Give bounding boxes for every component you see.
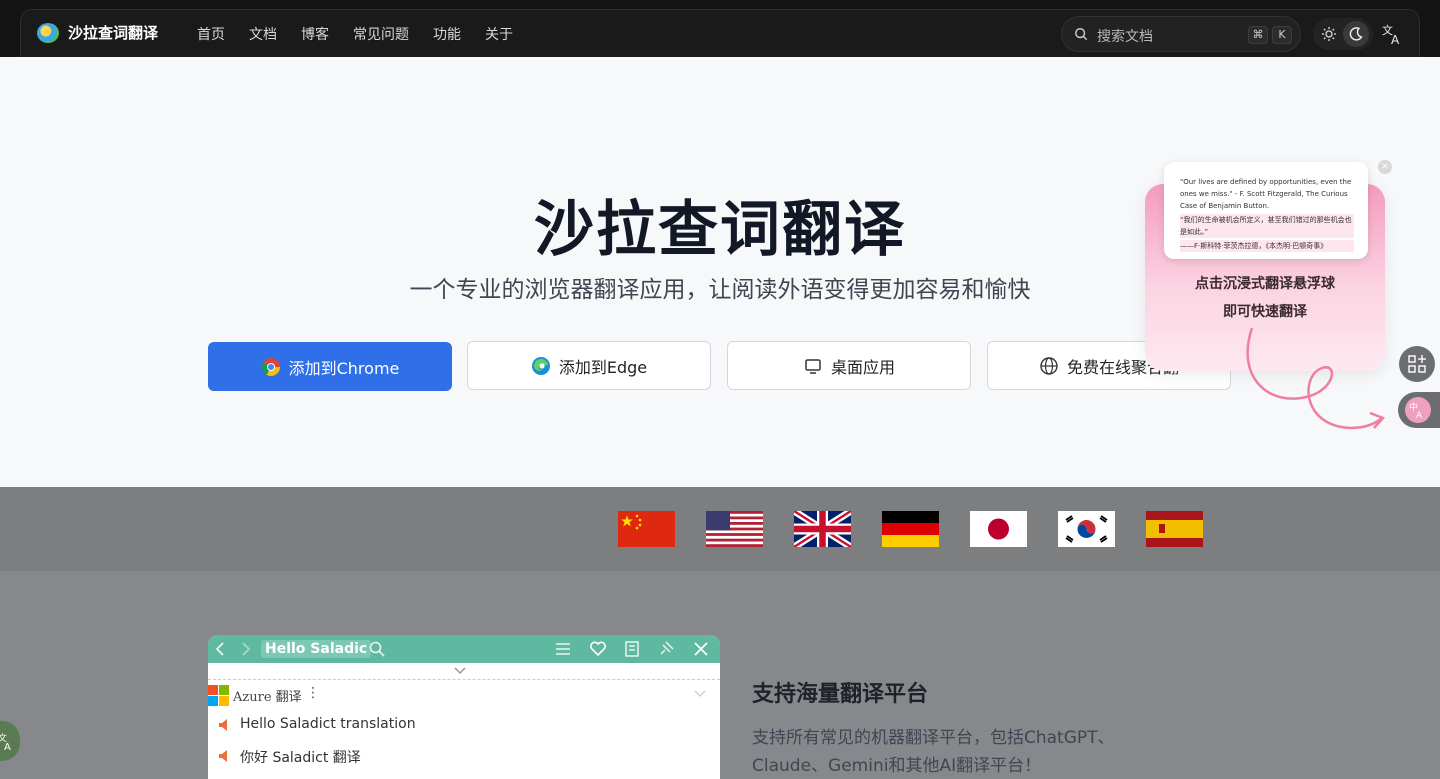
feature-heading: 支持海量翻译平台 [752,682,929,707]
nav-docs[interactable]: 文档 [249,24,277,44]
germany-flag-icon [882,511,939,547]
search-input[interactable]: 搜索文档 ⌘ K [1061,16,1301,52]
panel-search-text[interactable]: Hello Saladic [261,640,372,658]
main-menu: 首页 文档 博客 常见问题 功能 关于 [197,24,537,44]
usa-flag-icon [706,511,763,547]
top-bar: 沙拉查词翻译 首页 文档 博客 常见问题 功能 关于 搜索文档 ⌘ K 文A [0,0,1440,57]
panel-divider [208,679,720,680]
side-apps-button[interactable] [1399,346,1435,382]
nav-features[interactable]: 功能 [433,24,461,44]
nav-blog[interactable]: 博客 [301,24,329,44]
back-arrow-icon[interactable] [212,640,230,658]
search-placeholder: 搜索文档 [1097,29,1153,45]
theme-toggle[interactable] [1313,18,1373,50]
desktop-app-label: 桌面应用 [830,357,895,377]
search-icon [1075,28,1088,41]
promo-quote-chinese: “我们的生命被机会所定义，甚至我们错过的那些机会也是如此。” [1180,214,1354,238]
moon-icon [1349,27,1363,41]
edge-icon [531,356,550,375]
uk-flag-icon [794,511,851,547]
menu-icon[interactable] [554,640,572,658]
sun-icon[interactable] [1321,26,1337,42]
panel-header: Hello Saladic [208,635,720,663]
k-key-hint: K [1272,26,1292,44]
korea-flag-icon [1058,511,1115,547]
china-flag-icon [618,511,675,547]
nav-faq[interactable]: 常见问题 [353,24,409,44]
speaker-icon[interactable] [218,718,232,732]
chevron-down-icon[interactable] [453,666,467,676]
svg-text:A: A [1391,33,1400,46]
brand[interactable]: 沙拉查词翻译 [37,22,158,43]
translation-result-en: Hello Saladict translation [240,716,416,732]
svg-text:A: A [4,742,11,751]
desktop-app-button[interactable]: 桌面应用 [727,341,971,390]
promo-arrow-icon [1246,327,1386,430]
language-icon[interactable]: 文A [1381,22,1405,46]
languages-band [0,487,1440,571]
close-icon[interactable] [692,640,710,658]
translation-result-zh: 你好 Saladict 翻译 [240,750,361,766]
add-to-edge-label: 添加到Edge [558,357,648,377]
promo-translation-sample: "Our lives are defined by opportunities,… [1164,162,1368,259]
saladict-logo-icon [37,22,59,43]
promo-close-button[interactable]: × [1378,160,1392,174]
add-to-edge-button[interactable]: 添加到Edge [467,341,711,390]
speaker-icon[interactable] [218,749,232,763]
navbar: 沙拉查词翻译 首页 文档 博客 常见问题 功能 关于 搜索文档 ⌘ K 文A [20,9,1420,57]
feature-description: 支持所有常见的机器翻译平台，包括ChatGPT、Claude、Gemini和其他… [752,728,1115,776]
apps-icon [1408,355,1426,373]
microsoft-logo-icon [208,685,230,707]
more-options-icon[interactable]: ⋮ [306,685,320,701]
svg-text:A: A [1416,411,1423,421]
engine-name: Azure 翻译 [233,690,302,705]
nav-home[interactable]: 首页 [197,24,225,44]
collapse-chevron-icon[interactable] [693,689,707,699]
forward-arrow-icon[interactable] [236,640,254,658]
translate-icon: 文A [0,732,11,751]
chrome-icon [261,357,280,376]
globe-icon [1040,356,1058,375]
add-to-chrome-button[interactable]: 添加到Chrome [208,342,452,391]
nav-about[interactable]: 关于 [485,24,513,44]
heart-icon[interactable] [589,640,607,658]
promo-quote-source: ——F·斯科特·菲茨杰拉德，《本杰明·巴顿奇事》 [1180,240,1354,252]
moon-button[interactable] [1343,21,1369,47]
japan-flag-icon [970,511,1027,547]
spain-flag-icon [1146,511,1203,547]
brand-name: 沙拉查词翻译 [68,24,159,42]
translate-ball-icon: 中A [1405,397,1431,423]
history-icon[interactable] [623,640,641,658]
promo-line-1: 点击沉浸式翻译悬浮球 [1195,276,1335,292]
search-icon[interactable] [368,640,386,658]
pin-icon[interactable] [657,640,675,658]
promo-quote-english: "Our lives are defined by opportunities,… [1180,178,1352,210]
floating-translate-ball[interactable]: 中A [1398,392,1440,428]
monitor-icon [805,358,821,374]
saladict-panel-preview: Hello Saladic Azure 翻译 ⋮ Hello Saladict … [208,635,720,779]
add-to-chrome-label: 添加到Chrome [288,358,400,378]
cmd-key-hint: ⌘ [1248,26,1268,44]
azure-engine-row[interactable]: Azure 翻译 ⋮ [208,683,720,707]
